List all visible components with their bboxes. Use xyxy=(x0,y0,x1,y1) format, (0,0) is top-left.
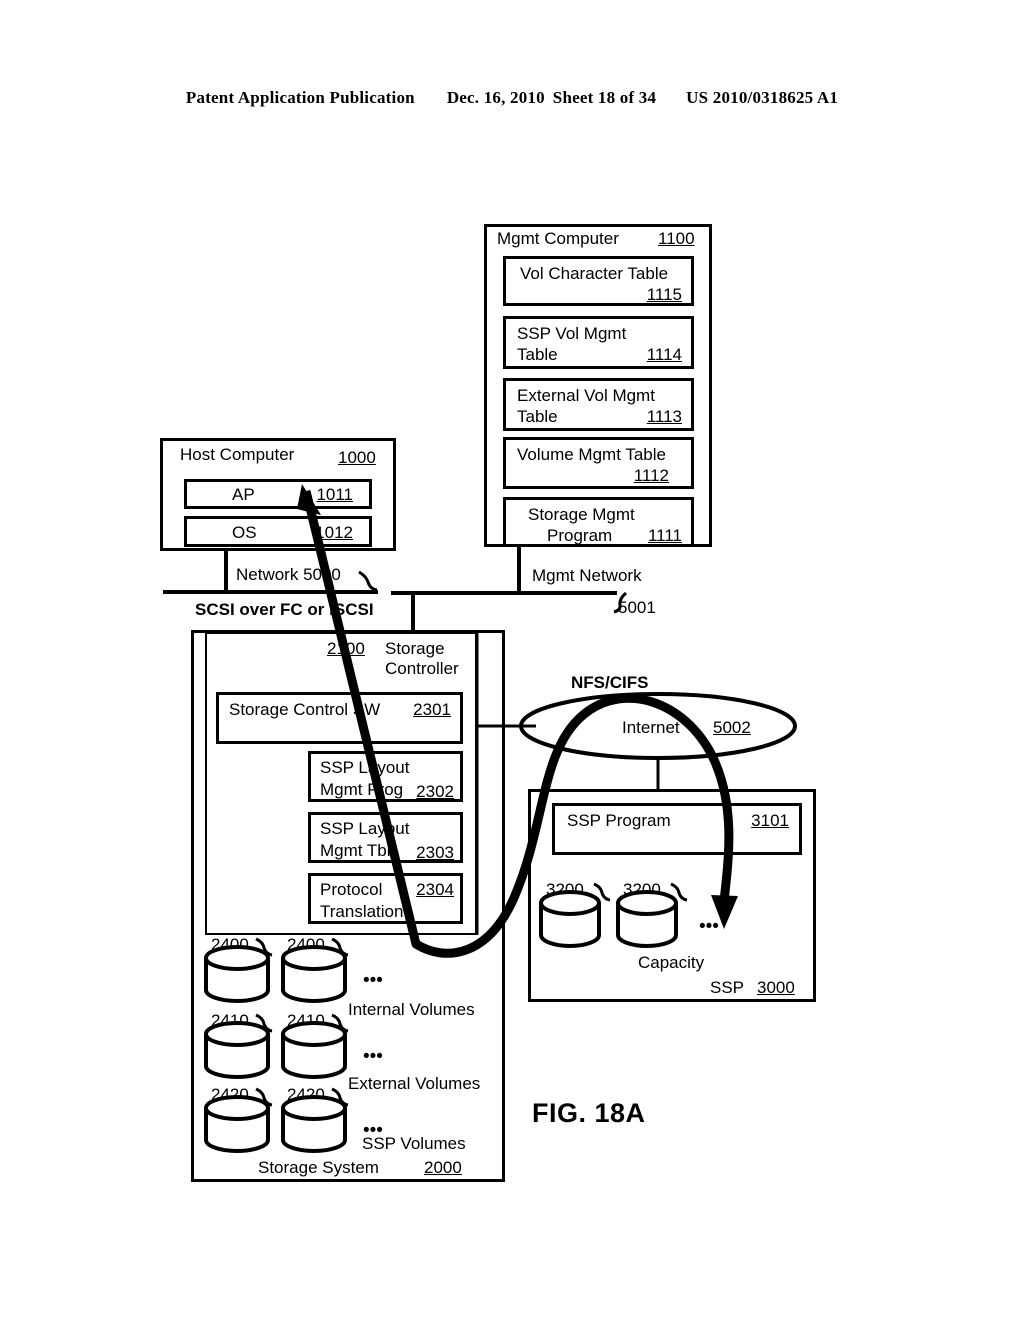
cylinder-lu101 xyxy=(281,1021,347,1079)
volume-cylinders xyxy=(204,890,678,1153)
diagram-vector-layer xyxy=(163,484,797,1153)
patent-drawing-sheet: Patent Application Publication Dec. 16, 2… xyxy=(0,0,1024,1320)
cylinder-id2 xyxy=(616,890,678,948)
cylinder-lu200 xyxy=(204,1095,270,1153)
flow-arrow-to-ap xyxy=(297,484,421,946)
cylinder-lu1 xyxy=(281,945,347,1003)
mgmt-network-5001-leader xyxy=(613,591,628,614)
cylinder-lu0 xyxy=(204,945,270,1003)
cylinder-lu201 xyxy=(281,1095,347,1153)
cylinder-lu100 xyxy=(204,1021,270,1079)
cylinder-id1 xyxy=(539,890,601,948)
network-5000-leader xyxy=(358,570,378,592)
